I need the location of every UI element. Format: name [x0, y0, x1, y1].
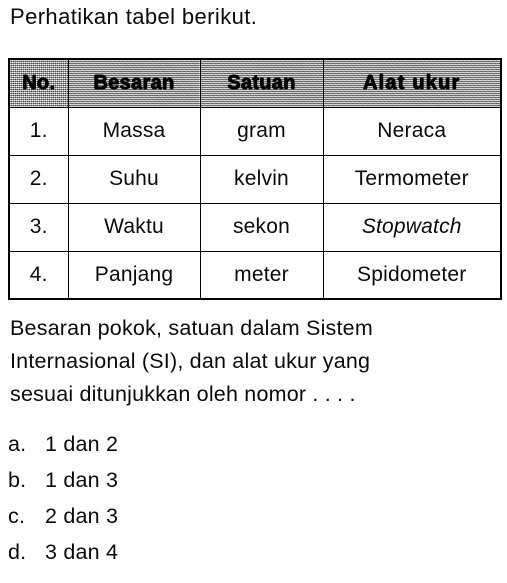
table-header: No. Besaran Satuan Alat ukur — [8, 58, 502, 108]
cell-satuan: gram — [199, 106, 324, 156]
cell-no: 2. — [8, 154, 69, 204]
option-a-letter: a. — [8, 432, 27, 456]
column-header-alat-ukur-label: Alat ukur — [363, 71, 461, 94]
option-c-letter: c. — [8, 504, 26, 528]
option-d[interactable]: d. 3 dan 4 — [8, 540, 308, 576]
cell-alat-ukur: Termometer — [322, 154, 502, 204]
option-c-text: 2 dan 3 — [45, 504, 119, 528]
besaran-table: No. Besaran Satuan Alat ukur 1. Massa gr… — [8, 58, 502, 300]
option-a-text: 1 dan 2 — [45, 432, 119, 456]
option-b[interactable]: b. 1 dan 3 — [8, 468, 308, 504]
cell-besaran: Panjang — [67, 250, 201, 300]
question-line-2: Internasional (SI), dan alat ukur yang — [10, 349, 371, 373]
column-header-besaran-label: Besaran — [93, 71, 175, 94]
column-header-satuan: Satuan — [199, 58, 324, 108]
column-header-no-label: No. — [22, 71, 56, 94]
column-header-satuan-label: Satuan — [227, 71, 296, 94]
cell-besaran: Waktu — [67, 202, 201, 252]
cell-alat-ukur: Spidometer — [322, 250, 502, 300]
intro-text: Perhatikan tabel berikut. — [10, 4, 258, 29]
column-header-no: No. — [8, 58, 69, 108]
table-row: 1. Massa gram Neraca — [8, 106, 502, 156]
cell-besaran: Massa — [67, 106, 201, 156]
option-b-letter: b. — [8, 468, 27, 492]
table-row: 2. Suhu kelvin Termometer — [8, 154, 502, 204]
table-header-row: No. Besaran Satuan Alat ukur — [8, 58, 502, 108]
option-b-text: 1 dan 3 — [45, 468, 119, 492]
cell-alat-ukur: Neraca — [322, 106, 502, 156]
cell-satuan: sekon — [199, 202, 324, 252]
question-line-3: sesuai ditunjukkan oleh nomor . . . . — [10, 382, 356, 406]
option-a[interactable]: a. 1 dan 2 — [8, 432, 308, 468]
answer-options: a. 1 dan 2 b. 1 dan 3 c. 2 dan 3 d. 3 da… — [8, 432, 308, 576]
option-d-text: 3 dan 4 — [45, 540, 119, 564]
question-line-1: Besaran pokok, satuan dalam Sistem — [10, 316, 373, 340]
cell-alat-ukur: Stopwatch — [322, 202, 502, 252]
table-body: 1. Massa gram Neraca 2. Suhu kelvin Term… — [8, 106, 502, 300]
cell-besaran: Suhu — [67, 154, 201, 204]
table-row: 3. Waktu sekon Stopwatch — [8, 202, 502, 252]
table-row: 4. Panjang meter Spidometer — [8, 250, 502, 300]
cell-satuan: kelvin — [199, 154, 324, 204]
option-c[interactable]: c. 2 dan 3 — [8, 504, 308, 540]
option-d-letter: d. — [8, 540, 27, 564]
column-header-alat-ukur: Alat ukur — [322, 58, 502, 108]
cell-no: 4. — [8, 250, 69, 300]
cell-satuan: meter — [199, 250, 324, 300]
cell-no: 3. — [8, 202, 69, 252]
cell-no: 1. — [8, 106, 69, 156]
table-container: No. Besaran Satuan Alat ukur 1. Massa gr… — [8, 58, 502, 300]
column-header-besaran: Besaran — [67, 58, 201, 108]
question-text: Besaran pokok, satuan dalam Sistem Inter… — [10, 312, 502, 411]
